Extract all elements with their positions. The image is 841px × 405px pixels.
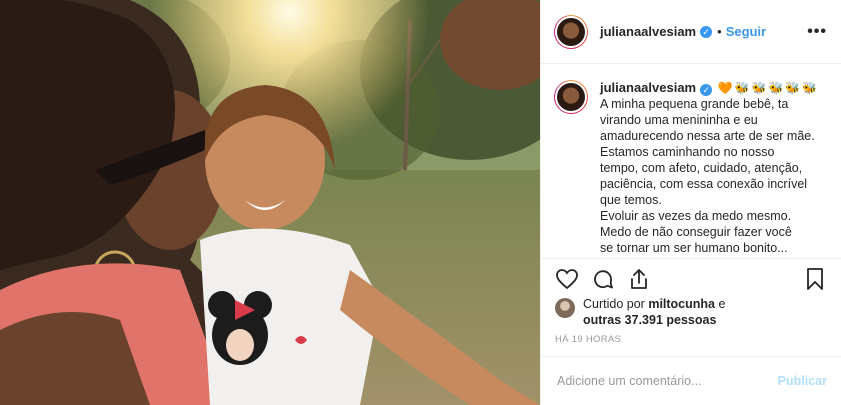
- caption-verified-badge-icon: ✓: [700, 84, 713, 96]
- bee-emoji: 🐝: [751, 81, 767, 95]
- follow-button[interactable]: Seguir: [726, 24, 766, 39]
- likes-others-link[interactable]: outras 37.391 pessoas: [583, 313, 716, 327]
- bee-emoji: 🐝: [768, 81, 784, 95]
- caption-author-avatar[interactable]: [554, 80, 588, 114]
- header-separator: •: [717, 24, 722, 39]
- likes-text: Curtido por miltocunha e outras 37.391 p…: [583, 296, 725, 328]
- bee-emoji: 🐝: [785, 81, 801, 95]
- caption-username[interactable]: julianaalvesiam: [600, 80, 696, 95]
- caption-line: que temos.: [600, 193, 662, 207]
- bee-emoji: 🐝: [734, 81, 750, 95]
- bookmark-icon[interactable]: [803, 267, 827, 291]
- post-side-panel: julianaalvesiam ✓ • Seguir ••• julianaal…: [540, 0, 841, 405]
- comment-box: Publicar: [541, 356, 841, 405]
- post-header: julianaalvesiam ✓ • Seguir •••: [541, 0, 841, 64]
- caption-line: tempo, com afeto, cuidado, atenção,: [600, 161, 803, 175]
- likes-prefix: Curtido por: [583, 297, 645, 311]
- caption-line: Medo de não conseguir fazer você: [600, 225, 792, 239]
- caption-line: Estamos caminhando no nosso: [600, 145, 775, 159]
- publish-button[interactable]: Publicar: [778, 374, 827, 388]
- liker-username[interactable]: miltocunha: [648, 297, 715, 311]
- caption-line: paciência, com essa conexão incrível: [600, 177, 808, 191]
- more-horizontal-icon[interactable]: •••: [807, 23, 827, 41]
- caption-line: se tornar um ser humano bonito...: [600, 241, 788, 255]
- caption-line: virando uma menininha e eu: [600, 113, 758, 127]
- action-bar: [541, 258, 841, 298]
- author-username[interactable]: julianaalvesiam: [600, 24, 696, 39]
- post-window: julianaalvesiam ✓ • Seguir ••• julianaal…: [0, 0, 841, 405]
- caption-text: julianaalvesiam ✓ 🧡 🐝 🐝 🐝 🐝 🐝 A minha pequena …: [600, 80, 827, 259]
- likes-conj: e: [718, 297, 726, 311]
- caption-line: Evoluir as vezes da medo mesmo.: [600, 209, 792, 223]
- share-icon[interactable]: [627, 267, 651, 291]
- post-timestamp[interactable]: HÁ 19 HORAS: [555, 334, 621, 345]
- post-caption: julianaalvesiam ✓ 🧡 🐝 🐝 🐝 🐝 🐝 A minha pequena …: [541, 64, 841, 259]
- verified-badge-icon: ✓: [700, 25, 713, 38]
- author-avatar[interactable]: [554, 14, 588, 49]
- post-photo[interactable]: [0, 0, 540, 405]
- bee-emoji: 🐝: [802, 81, 818, 95]
- photo-illustration: [0, 0, 540, 405]
- caption-line: A minha pequena grande bebê, ta: [600, 97, 789, 111]
- orange-heart-emoji: 🧡: [717, 81, 733, 95]
- comment-icon[interactable]: [591, 267, 615, 291]
- comment-input[interactable]: [555, 373, 778, 389]
- likes-summary: Curtido por miltocunha e outras 37.391 p…: [555, 296, 725, 328]
- liker-avatar[interactable]: [555, 298, 575, 318]
- caption-line: amadurecendo nessa arte de ser mãe.: [600, 129, 815, 143]
- heart-icon[interactable]: [555, 267, 579, 291]
